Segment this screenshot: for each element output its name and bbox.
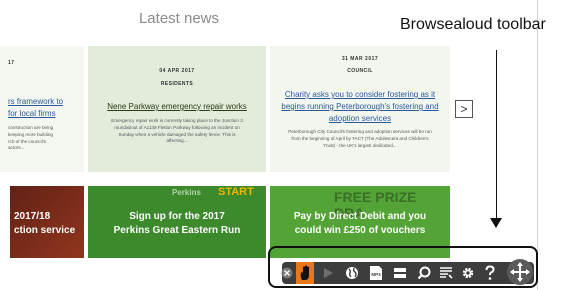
screen-mask-button[interactable] [390, 262, 410, 284]
magnifier-button[interactable] [414, 262, 434, 284]
hover-speech-button[interactable] [296, 262, 314, 284]
banner-text: Pay by Direct Debit and you could win £2… [293, 211, 427, 236]
news-card-partial[interactable]: 17 rs framework to for local firms const… [0, 46, 84, 172]
settings-button[interactable] [458, 262, 478, 284]
news-summary: Emergency repair work is currently takin… [111, 118, 243, 144]
help-icon [485, 265, 495, 280]
settings-icon [462, 267, 474, 279]
news-category: RESIDENTS [160, 81, 194, 87]
news-headline[interactable]: Nene Parkway emergency repair works [98, 101, 256, 113]
toolbar-caption: Browsealoud toolbar [400, 16, 546, 33]
translate-button[interactable] [342, 262, 362, 284]
magnifier-icon [417, 266, 431, 280]
simplify-page-button[interactable] [436, 262, 456, 284]
annotation-arrow-head [490, 218, 502, 228]
banner-text: 2017/18 ction service [14, 211, 76, 236]
carousel-next-button[interactable]: > [455, 100, 473, 118]
news-category: COUNCIL [347, 68, 373, 74]
promo-banner-partial[interactable]: 2017/18 ction service [10, 186, 84, 258]
news-summary: construction are being keeping more buil… [8, 125, 54, 151]
translate-globe-icon [346, 267, 358, 279]
news-date: 31 MAR 2017 [341, 56, 379, 62]
play-button[interactable] [318, 262, 338, 284]
news-date: 17 [8, 60, 15, 66]
screen-mask-icon [394, 268, 406, 278]
news-card[interactable]: 04 APR 2017 RESIDENTS Nene Parkway emerg… [88, 46, 266, 172]
banner-text: Sign up for the 2017 Perkins Great Easte… [113, 211, 241, 236]
news-headline[interactable]: Charity asks you to consider fostering a… [280, 89, 440, 125]
hover-speech-icon [300, 265, 309, 280]
toolbar-close-button[interactable] [280, 262, 294, 284]
play-icon [324, 268, 333, 278]
close-icon [281, 267, 293, 279]
annotation-arrow-line [496, 50, 497, 220]
news-card[interactable]: 31 MAR 2017 COUNCIL Charity asks you to … [270, 46, 450, 172]
mp3-button[interactable]: MP3 [366, 262, 386, 284]
move-toolbar-handle[interactable] [506, 257, 534, 287]
simplify-page-icon [440, 267, 453, 279]
news-headline[interactable]: rs framework to for local firms [8, 96, 80, 120]
start-badge: START [218, 186, 254, 198]
perkins-brand: Perkins [172, 188, 201, 197]
help-button[interactable] [480, 262, 500, 284]
svg-text:MP3: MP3 [371, 272, 381, 277]
page-edge-rule [537, 0, 538, 290]
promo-banner-great-eastern-run[interactable]: Perkins START Sign up for the 2017 Perki… [88, 186, 266, 258]
news-date: 04 APR 2017 [159, 68, 195, 74]
section-title: Latest news [138, 10, 220, 27]
news-summary: Peterborough City Council's fostering an… [288, 129, 432, 148]
move-handle-icon [507, 259, 533, 285]
mp3-icon: MP3 [370, 266, 382, 280]
